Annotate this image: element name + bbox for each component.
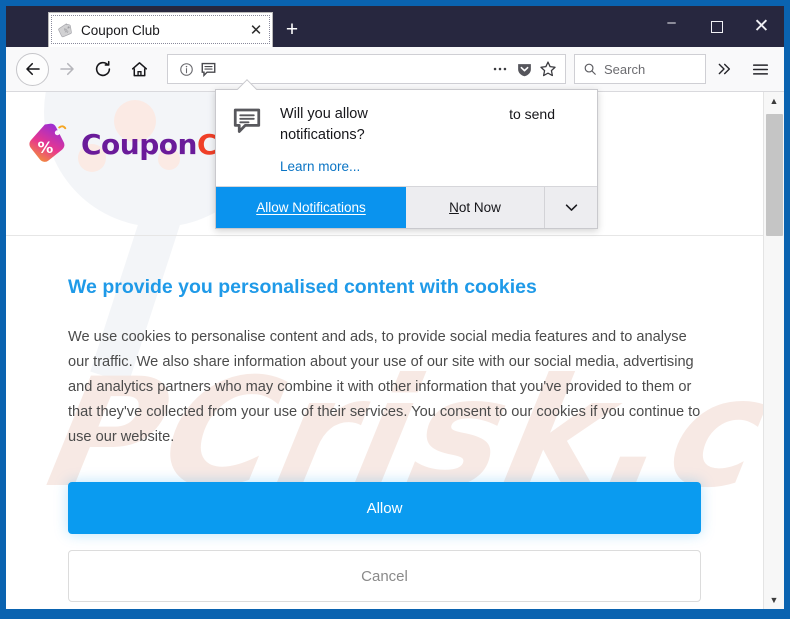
page-scrollbar[interactable]: ▲ ▼ <box>763 92 784 609</box>
not-now-button[interactable]: Not Now <box>406 187 545 228</box>
tab-title: Coupon Club <box>81 22 160 38</box>
learn-more-link[interactable]: Learn more... <box>280 159 360 174</box>
popup-origin-text: to send <box>509 106 555 122</box>
magnifier-icon <box>584 63 596 75</box>
minimize-icon: – <box>667 14 676 31</box>
hamburger-menu-icon <box>752 63 768 75</box>
new-tab-button[interactable]: + <box>273 12 311 47</box>
window-controls: – ✕ <box>649 6 784 47</box>
popup-question-text: Will you allow notifications? <box>280 106 368 143</box>
navigation-toolbar: Search <box>6 47 784 92</box>
coupon-tag-favicon: % <box>58 22 72 37</box>
home-icon <box>131 61 147 76</box>
cookie-consent-banner: We provide you personalised content with… <box>6 236 763 602</box>
overflow-button[interactable] <box>706 51 742 87</box>
speech-bubble-icon <box>233 108 261 133</box>
title-bar: % Coupon Club ✕ + – ✕ <box>6 6 784 47</box>
reload-icon <box>95 60 111 77</box>
info-circle-icon[interactable] <box>175 58 197 80</box>
forward-button[interactable] <box>49 51 85 87</box>
cookie-consent-body: We use cookies to personalise content an… <box>68 329 701 445</box>
hamburger-menu-button[interactable] <box>742 51 778 87</box>
search-input[interactable]: Search <box>597 62 645 77</box>
pocket-shield-icon[interactable] <box>513 58 535 80</box>
svg-text:%: % <box>38 138 54 157</box>
browser-window-frame: % Coupon Club ✕ + – ✕ Search PCrisk.com … <box>0 0 790 619</box>
cookie-cancel-button[interactable]: Cancel <box>68 550 701 602</box>
popup-dropdown-button[interactable] <box>545 187 597 228</box>
chevron-down-icon <box>565 204 577 211</box>
url-bar[interactable] <box>167 54 566 84</box>
popup-actions: Allow Notifications Not Now <box>216 186 597 228</box>
back-arrow-icon <box>25 62 40 76</box>
speech-bubble-icon[interactable] <box>197 58 219 80</box>
tab-close-icon[interactable]: ✕ <box>246 20 266 40</box>
tab-coupon-club[interactable]: % Coupon Club ✕ <box>48 12 273 47</box>
notification-permission-popup: Will you allow notifications? to send Le… <box>215 79 598 229</box>
coupon-percent-tag-logo: % <box>29 123 67 162</box>
scrollbar-up-arrow[interactable]: ▲ <box>764 92 784 110</box>
not-now-label: Not Now <box>449 200 501 215</box>
close-icon: ✕ <box>753 16 770 37</box>
browser-window: % Coupon Club ✕ + – ✕ Search PCrisk.com … <box>6 6 784 609</box>
forward-arrow-icon <box>60 62 74 76</box>
urlbar-actions <box>489 58 559 80</box>
svg-text:%: % <box>64 28 69 34</box>
minimize-button[interactable]: – <box>649 6 694 47</box>
search-bar[interactable]: Search <box>574 54 706 84</box>
popup-main: Will you allow notifications? to send <box>230 104 581 146</box>
scrollbar-thumb[interactable] <box>766 114 783 236</box>
maximize-button[interactable] <box>694 6 739 47</box>
double-chevron-right-icon <box>718 63 731 75</box>
allow-notifications-button[interactable]: Allow Notifications <box>216 187 406 228</box>
star-icon[interactable] <box>537 58 559 80</box>
ellipsis-icon[interactable] <box>489 58 511 80</box>
cookie-consent-title: We provide you personalised content with… <box>68 276 537 298</box>
scrollbar-down-arrow[interactable]: ▼ <box>764 591 784 609</box>
maximize-icon <box>710 20 723 33</box>
popup-body: Will you allow notifications? to send Le… <box>216 90 597 186</box>
back-button[interactable] <box>16 52 49 86</box>
close-window-button[interactable]: ✕ <box>739 6 784 47</box>
allow-notifications-label: Allow Notifications <box>256 200 366 215</box>
brand-name-part-1: Coupon <box>81 127 197 161</box>
home-button[interactable] <box>121 51 157 87</box>
cookie-allow-button[interactable]: Allow <box>68 482 701 534</box>
tab-strip: % Coupon Club ✕ + <box>6 6 311 47</box>
reload-button[interactable] <box>85 51 121 87</box>
